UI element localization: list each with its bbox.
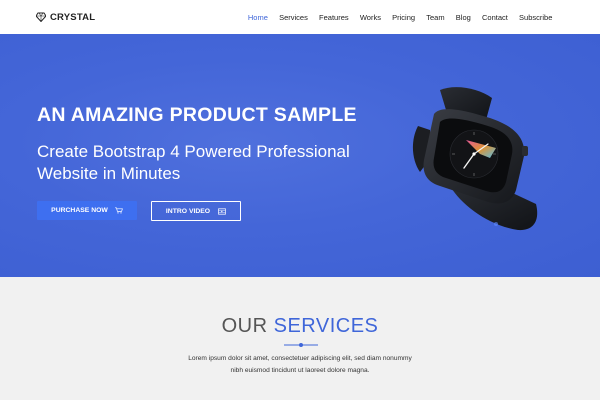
- services-title-accent: SERVICES: [273, 315, 379, 337]
- nav-item-home[interactable]: Home: [242, 13, 273, 22]
- intro-video-button[interactable]: INTRO VIDEO: [151, 201, 241, 221]
- brand-logo[interactable]: CRYSTAL: [36, 0, 95, 34]
- intro-video-label: INTRO VIDEO: [165, 207, 211, 215]
- navbar: CRYSTAL Home Services Features Works Pri…: [0, 0, 600, 34]
- purchase-now-label: PURCHASE NOW: [51, 207, 108, 214]
- services-title-plain: OUR: [221, 315, 268, 337]
- nav-item-features[interactable]: Features: [313, 13, 354, 22]
- diamond-icon: [36, 12, 46, 22]
- nav-item-blog[interactable]: Blog: [450, 13, 476, 22]
- services-section: OUR SERVICES Lorem ipsum dolor sit amet,…: [0, 277, 600, 400]
- purchase-now-button[interactable]: PURCHASE NOW: [37, 201, 137, 220]
- nav-item-contact[interactable]: Contact: [476, 13, 513, 22]
- nav-item-subscribe[interactable]: Subscribe: [513, 13, 558, 22]
- nav-item-team[interactable]: Team: [421, 13, 451, 22]
- services-description: Lorem ipsum dolor sit amet, consectetuer…: [150, 353, 450, 377]
- nav-menu: Home Services Features Works Pricing Tea…: [242, 0, 558, 34]
- hero-section: AN AMAZING PRODUCT SAMPLE Create Bootstr…: [0, 34, 600, 277]
- nav-item-works[interactable]: Works: [354, 13, 386, 22]
- services-text-line2: nibh euismod tincidunt ut laoreet dolore…: [230, 367, 370, 374]
- nav-item-pricing[interactable]: Pricing: [387, 13, 421, 22]
- hero-subtitle: Create Bootstrap 4 Powered Professional …: [37, 142, 350, 183]
- section-divider: [284, 343, 318, 347]
- cart-icon: [114, 207, 123, 214]
- services-text-line1: Lorem ipsum dolor sit amet, consectetuer…: [188, 355, 412, 362]
- hero-title: AN AMAZING PRODUCT SAMPLE: [37, 104, 357, 126]
- brand-name: CRYSTAL: [50, 11, 96, 23]
- services-title: OUR SERVICES: [0, 315, 600, 338]
- video-icon: [218, 207, 226, 215]
- nav-item-services[interactable]: Services: [273, 13, 313, 22]
- smartwatch-image: [412, 87, 538, 231]
